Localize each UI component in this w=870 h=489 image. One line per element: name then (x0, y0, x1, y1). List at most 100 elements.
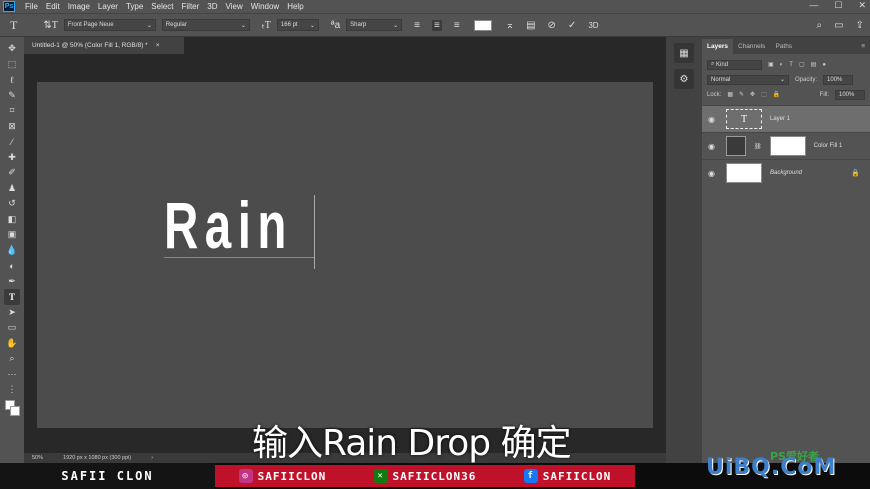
properties-panel-icon[interactable]: ⚙ (674, 69, 694, 89)
menu-filter[interactable]: Filter (178, 2, 204, 11)
healing-tool-icon[interactable]: ✚ (4, 150, 20, 166)
crop-tool-icon[interactable]: ⌗ (4, 103, 20, 119)
layer-filter-select[interactable]: ⌕ Kind (707, 59, 762, 70)
font-style-select[interactable]: Regular ⌄ (161, 19, 250, 31)
lock-artboard-icon[interactable]: ⬚ (761, 91, 767, 98)
align-left-icon[interactable]: ≡ (414, 20, 420, 31)
pixel-filter-icon[interactable]: ▣ (768, 61, 774, 68)
3d-icon[interactable]: 3D (588, 21, 598, 30)
status-arrow-icon[interactable]: › (151, 455, 153, 461)
stamp-tool-icon[interactable]: ♟ (4, 181, 20, 197)
layer-name[interactable]: Color Fill 1 (814, 143, 843, 149)
cancel-icon[interactable]: ⊘ (548, 20, 556, 31)
panel-tabs: Layers Channels Paths ≡ (702, 37, 870, 54)
fill-layer-thumbnail (726, 136, 746, 156)
filter-toggle-icon[interactable]: ● (822, 62, 826, 68)
close-icon[interactable]: × (156, 42, 160, 49)
layer-row[interactable]: ◉ T Layer 1 (702, 105, 870, 132)
menu-help[interactable]: Help (283, 2, 307, 11)
type-tool-icon[interactable]: T (10, 18, 17, 33)
close-window-button[interactable]: ✕ (858, 0, 866, 11)
eyedropper-tool-icon[interactable]: ⁄ (4, 134, 20, 150)
shape-tool-icon[interactable]: ▭ (4, 320, 20, 336)
visibility-eye-icon[interactable]: ◉ (708, 115, 718, 124)
font-size-select[interactable]: 166 pt ⌄ (276, 19, 319, 31)
layer-row[interactable]: ◉ Background 🔒 (702, 159, 870, 186)
blend-mode-select[interactable]: Normal ⌄ (707, 74, 789, 85)
path-select-tool-icon[interactable]: ➤ (4, 305, 20, 321)
character-panel-icon[interactable]: ▤ (526, 20, 535, 31)
zoom-level[interactable]: 50% (32, 455, 43, 461)
menu-view[interactable]: View (222, 2, 247, 11)
layers-panel: Layers Channels Paths ≡ ⌕ Kind ▣ ◐ T ▢ ▤… (702, 37, 870, 463)
layer-name[interactable]: Background (770, 170, 802, 176)
commit-check-icon[interactable]: ✓ (568, 20, 576, 31)
layer-name[interactable]: Layer 1 (770, 116, 790, 122)
antialias-select[interactable]: Sharp ⌄ (346, 19, 403, 31)
mask-link-icon[interactable]: ⛓ (754, 143, 762, 150)
lasso-tool-icon[interactable]: ℓ (4, 72, 20, 88)
align-right-icon[interactable]: ≡ (454, 20, 460, 31)
history-brush-tool-icon[interactable]: ↺ (4, 196, 20, 212)
minimize-button[interactable]: — (809, 0, 818, 11)
eraser-tool-icon[interactable]: ◧ (4, 212, 20, 228)
gradient-tool-icon[interactable]: ▣ (4, 227, 20, 243)
search-icon[interactable]: ⌕ (817, 20, 823, 31)
warp-text-icon[interactable]: ⌅ (506, 20, 514, 31)
menu-window[interactable]: Window (247, 2, 283, 11)
lock-all-icon[interactable]: 🔒 (773, 91, 780, 98)
quick-select-tool-icon[interactable]: ✎ (4, 88, 20, 104)
adjustment-filter-icon[interactable]: ◐ (780, 62, 784, 68)
share-icon[interactable]: ⇪ (856, 20, 864, 31)
menu-type[interactable]: Type (122, 2, 147, 11)
document-tab[interactable]: Untitled-1 @ 50% (Color Fill 1, RGB/8) *… (24, 37, 184, 54)
menu-select[interactable]: Select (147, 2, 177, 11)
opacity-field[interactable]: 100% (823, 74, 854, 85)
panel-menu-icon[interactable]: ≡ (856, 39, 870, 54)
type-tool-icon[interactable]: T (4, 289, 20, 305)
font-family-select[interactable]: Front Page Neue ⌄ (63, 19, 156, 31)
dodge-tool-icon[interactable]: ◐ (4, 258, 20, 274)
layer-mask-thumbnail (769, 136, 806, 156)
type-filter-icon[interactable]: T (789, 62, 793, 68)
menu-edit[interactable]: Edit (42, 2, 64, 11)
lock-position-icon[interactable]: ✥ (750, 91, 755, 98)
move-tool-icon[interactable]: ✥ (4, 41, 20, 57)
antialias-icon: ªa (330, 19, 341, 31)
hand-tool-icon[interactable]: ✋ (4, 336, 20, 352)
lock-brush-icon[interactable]: ✎ (739, 91, 744, 98)
smart-object-filter-icon[interactable]: ▤ (811, 61, 817, 68)
pen-tool-icon[interactable]: ✒ (4, 274, 20, 290)
more-tools-icon[interactable]: ⋯ (4, 367, 20, 383)
canvas-text[interactable]: Rain (164, 192, 293, 258)
frame-tool-icon[interactable]: ⊠ (4, 119, 20, 135)
tab-paths[interactable]: Paths (770, 39, 797, 54)
align-center-icon[interactable]: ≡ (432, 19, 442, 31)
text-color-swatch[interactable] (473, 19, 492, 31)
shape-filter-icon[interactable]: ▢ (799, 61, 805, 68)
canvas[interactable]: Rain (37, 82, 653, 428)
tab-channels[interactable]: Channels (733, 39, 770, 54)
menu-3d[interactable]: 3D (203, 2, 221, 11)
type-orientation-icon[interactable]: ⇅T (43, 20, 58, 31)
layer-row[interactable]: ◉ ⛓ Color Fill 1 (702, 132, 870, 159)
lock-transparent-icon[interactable]: ▦ (727, 91, 733, 98)
color-swatches-icon[interactable] (4, 398, 20, 422)
edit-toolbar-icon[interactable]: ⋮ (4, 382, 20, 398)
visibility-eye-icon[interactable]: ◉ (708, 142, 718, 151)
menu-file[interactable]: File (21, 2, 42, 11)
menu-layer[interactable]: Layer (94, 2, 122, 11)
zoom-tool-icon[interactable]: ⌕ (4, 351, 20, 367)
brush-tool-icon[interactable]: ✐ (4, 165, 20, 181)
fill-field[interactable]: 100% (835, 89, 865, 100)
tab-layers[interactable]: Layers (702, 39, 733, 54)
visibility-eye-icon[interactable]: ◉ (708, 169, 718, 178)
blur-tool-icon[interactable]: 💧 (4, 243, 20, 259)
maximize-button[interactable]: ☐ (834, 0, 842, 11)
menu-image[interactable]: Image (64, 2, 94, 11)
workspace-icon[interactable]: ▭ (834, 20, 843, 31)
history-panel-icon[interactable]: ▦ (674, 43, 694, 63)
blend-mode-value: Normal (711, 76, 731, 83)
marquee-tool-icon[interactable]: ⬚ (4, 57, 20, 73)
photoshop-logo: Ps (3, 1, 15, 12)
